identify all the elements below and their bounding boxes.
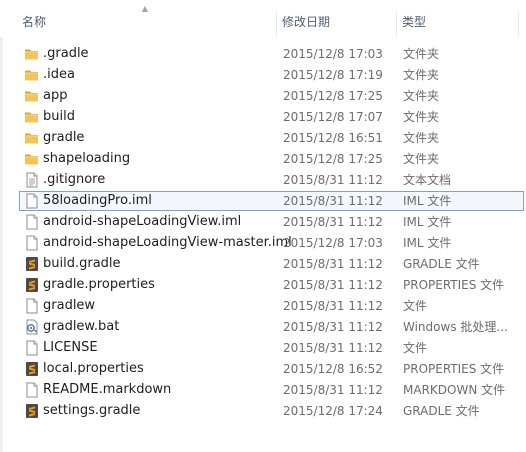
file-type: GRADLE 文件 (403, 257, 480, 271)
file-modified-date: 2015/12/8 17:25 (283, 152, 383, 166)
file-icon (24, 382, 40, 398)
column-divider[interactable] (396, 12, 397, 36)
file-type: 文件夹 (403, 110, 440, 124)
file-row[interactable]: LICENSE 2015/8/31 11:12 文件 (19, 338, 524, 358)
file-name: build.gradle (43, 256, 121, 271)
file-row[interactable]: shapeloading 2015/12/8 17:25 文件夹 (19, 149, 524, 169)
file-icon (24, 235, 40, 251)
file-modified-date: 2015/12/8 17:24 (283, 404, 383, 418)
sublime-file-icon (24, 361, 40, 377)
column-header-date[interactable]: 修改日期 (278, 0, 396, 37)
file-modified-date: 2015/8/31 11:12 (283, 341, 383, 355)
file-modified-date: 2015/8/31 11:12 (283, 278, 383, 292)
file-modified-date: 2015/8/31 11:12 (283, 383, 383, 397)
column-divider[interactable] (276, 12, 277, 36)
file-name: gradle (43, 130, 85, 145)
file-name: build (43, 109, 75, 124)
file-row[interactable]: .gitignore 2015/8/31 11:12 文本文档 (19, 170, 524, 190)
file-modified-date: 2015/8/31 11:12 (283, 257, 383, 271)
file-name: .idea (43, 67, 75, 82)
file-name: local.properties (43, 361, 144, 376)
file-modified-date: 2015/8/31 11:12 (283, 215, 383, 229)
file-modified-date: 2015/8/31 11:12 (283, 173, 383, 187)
folder-icon (24, 130, 40, 146)
file-type: 文件 (403, 341, 428, 355)
file-modified-date: 2015/12/8 17:19 (283, 68, 383, 82)
file-name: android-shapeLoadingView.iml (43, 214, 242, 229)
file-modified-date: 2015/12/8 17:07 (283, 110, 383, 124)
file-modified-date: 2015/12/8 16:51 (283, 131, 383, 145)
file-name: shapeloading (43, 151, 131, 166)
file-name: .gitignore (43, 172, 106, 187)
file-icon (24, 193, 40, 209)
file-name: README.markdown (43, 382, 172, 397)
file-type: IML 文件 (403, 236, 452, 250)
file-row[interactable]: local.properties 2015/12/8 16:52 PROPERTIE… (19, 359, 524, 379)
file-row-selected[interactable]: 58loadingPro.iml 2015/8/31 11:12 IML 文件 (19, 191, 524, 211)
file-icon (24, 340, 40, 356)
file-name: app (43, 88, 68, 103)
file-modified-date: 2015/12/8 17:03 (283, 47, 383, 61)
file-modified-date: 2015/12/8 16:52 (283, 362, 383, 376)
file-row[interactable]: .idea 2015/12/8 17:19 文件夹 (19, 65, 524, 85)
folder-icon (24, 151, 40, 167)
file-name: .gradle (43, 46, 89, 61)
file-name: android-shapeLoadingView-master.iml (43, 235, 292, 250)
file-row[interactable]: build 2015/12/8 17:07 文件夹 (19, 107, 524, 127)
window-left-edge (0, 0, 3, 452)
file-name: gradlew (43, 298, 96, 313)
file-type: 文件夹 (403, 152, 440, 166)
folder-icon (24, 46, 40, 62)
file-name: 58loadingPro.iml (43, 193, 152, 208)
file-modified-date: 2015/8/31 11:12 (283, 299, 383, 313)
file-type: GRADLE 文件 (403, 404, 480, 418)
sublime-file-icon (24, 277, 40, 293)
file-type: MARKDOWN 文件 (403, 383, 506, 397)
file-name: LICENSE (43, 340, 98, 355)
file-row[interactable]: app 2015/12/8 17:25 文件夹 (19, 86, 524, 106)
column-header-name[interactable]: 名称 (18, 0, 276, 37)
file-modified-date: 2015/12/8 17:03 (283, 236, 383, 250)
file-type: PROPERTIES 文件 (403, 362, 505, 376)
file-type: PROPERTIES 文件 (403, 278, 505, 292)
file-type: 文件夹 (403, 68, 440, 82)
file-row[interactable]: .gradle 2015/12/8 17:03 文件夹 (19, 44, 524, 64)
file-row[interactable]: gradlew 2015/8/31 11:12 文件 (19, 296, 524, 316)
file-row[interactable]: gradlew.bat 2015/8/31 11:12 Windows 批处理... (19, 317, 524, 337)
file-modified-date: 2015/12/8 17:25 (283, 89, 383, 103)
file-type: Windows 批处理... (403, 320, 508, 334)
file-row[interactable]: settings.gradle 2015/12/8 17:24 GRADLE 文件 (19, 401, 524, 421)
file-name: gradlew.bat (43, 319, 120, 334)
folder-icon (24, 67, 40, 83)
file-row[interactable]: android-shapeLoadingView-master.iml 2015/… (19, 233, 524, 253)
folder-icon (24, 109, 40, 125)
sublime-file-icon (24, 403, 40, 419)
file-name: settings.gradle (43, 403, 141, 418)
column-header-type[interactable]: 类型 (398, 0, 520, 37)
file-row[interactable]: build.gradle 2015/8/31 11:12 GRADLE 文件 (19, 254, 524, 274)
column-header-bar: ▲ 名称 修改日期 类型 (0, 0, 526, 37)
file-row[interactable]: gradle.properties 2015/8/31 11:12 PROPERTI… (19, 275, 524, 295)
sublime-file-icon (24, 256, 40, 272)
file-type: IML 文件 (403, 215, 452, 229)
file-name: gradle.properties (43, 277, 155, 292)
file-row[interactable]: gradle 2015/12/8 16:51 文件夹 (19, 128, 524, 148)
file-row[interactable]: README.markdown 2015/8/31 11:12 MARKDOWN 文… (19, 380, 524, 400)
column-divider[interactable] (518, 12, 519, 36)
file-type: 文件夹 (403, 47, 440, 61)
file-modified-date: 2015/8/31 11:12 (283, 320, 383, 334)
file-row[interactable]: android-shapeLoadingView.iml 2015/8/31 11… (19, 212, 524, 232)
file-icon (24, 214, 40, 230)
file-modified-date: 2015/8/31 11:12 (283, 194, 383, 208)
file-type: 文件夹 (403, 131, 440, 145)
folder-icon (24, 88, 40, 104)
text-file-icon (24, 172, 40, 188)
file-type: 文件夹 (403, 89, 440, 103)
file-type: IML 文件 (403, 194, 452, 208)
file-icon (24, 298, 40, 314)
batch-file-icon (24, 319, 40, 335)
file-type: 文本文档 (403, 173, 452, 187)
file-type: 文件 (403, 299, 428, 313)
